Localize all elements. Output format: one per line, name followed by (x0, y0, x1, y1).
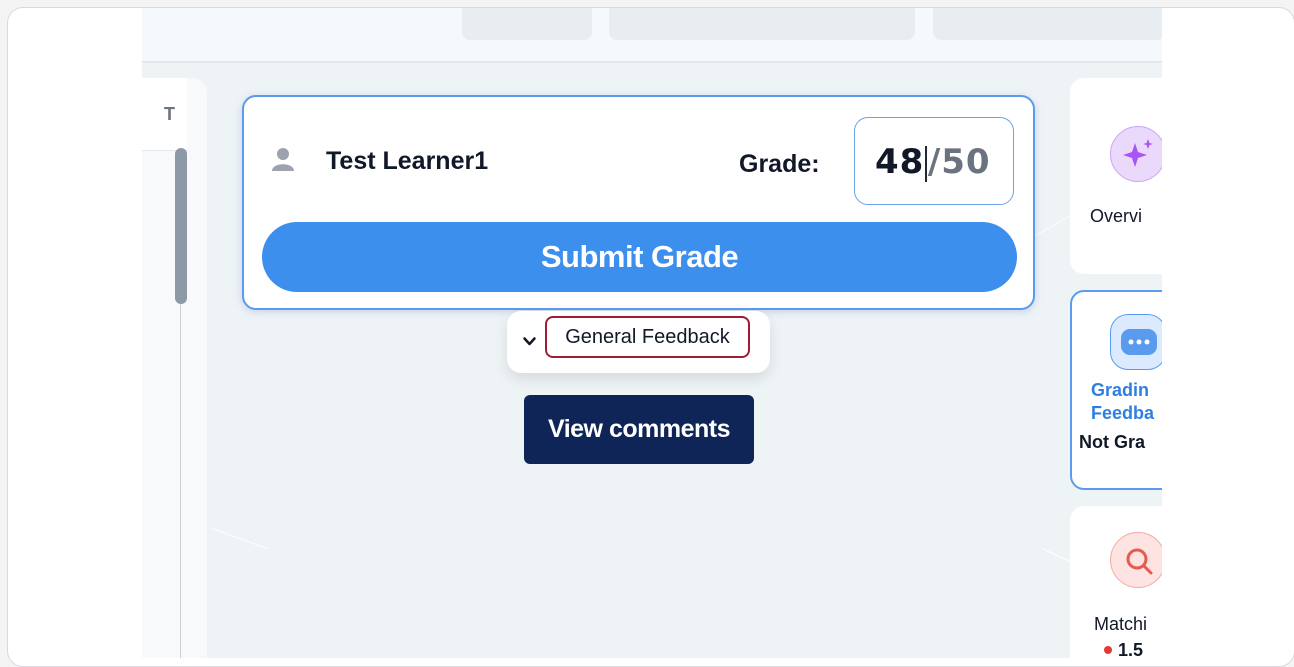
submit-grade-button[interactable]: Submit Grade (262, 222, 1017, 292)
learner-name: Test Learner1 (326, 147, 489, 175)
toolbar-tab-1[interactable] (462, 8, 592, 40)
grading-app: T Test Learner1 Grade: 48/50 Submit Grad… (142, 8, 1162, 658)
matching-extra: 1.5 (1118, 640, 1144, 658)
grade-input[interactable]: 48/50 (854, 117, 1014, 205)
scrollbar-thumb[interactable] (175, 148, 187, 304)
chevron-down-icon (523, 337, 536, 346)
grading-label-line2: Feedba (1091, 403, 1155, 423)
matching-label: Matchi (1094, 614, 1148, 634)
general-feedback-label[interactable]: General Feedback (545, 316, 750, 358)
screenshot-frame: T Test Learner1 Grade: 48/50 Submit Grad… (7, 7, 1294, 667)
view-comments-button[interactable]: View comments (524, 395, 754, 464)
toolbar-tab-2[interactable] (609, 8, 915, 40)
grade-card: Test Learner1 Grade: 48/50 Submit Grade (242, 95, 1035, 310)
overview-card[interactable]: Overvi (1070, 78, 1162, 274)
left-panel-tab-label: T (164, 104, 175, 124)
magnifier-icon (1110, 532, 1162, 588)
background-line (211, 528, 269, 550)
left-panel-tab[interactable]: T (142, 78, 187, 151)
chat-bubble-icon (1110, 314, 1162, 370)
user-icon (272, 148, 294, 171)
grade-value: 48/50 (875, 142, 991, 182)
grading-feedback-card[interactable]: Gradin Feedba Not Gra (1070, 290, 1162, 490)
grade-total: /50 (927, 142, 991, 182)
left-panel: T (142, 78, 207, 658)
grading-label-line1: Gradin (1091, 380, 1150, 400)
matching-card[interactable]: Matchi 1.5 (1070, 506, 1162, 658)
text-cursor (925, 145, 927, 182)
grade-score: 48 (875, 142, 925, 182)
matching-status-dot (1104, 646, 1112, 654)
overview-label: Overvi (1090, 206, 1143, 226)
sparkles-icon (1110, 126, 1162, 182)
grading-status: Not Gra (1079, 432, 1146, 452)
top-toolbar (142, 8, 1162, 63)
toolbar-tab-3[interactable] (933, 8, 1162, 40)
scrollbar[interactable] (172, 148, 188, 658)
general-feedback-toggle[interactable]: General Feedback (507, 311, 770, 373)
grade-label: Grade: (739, 150, 820, 178)
